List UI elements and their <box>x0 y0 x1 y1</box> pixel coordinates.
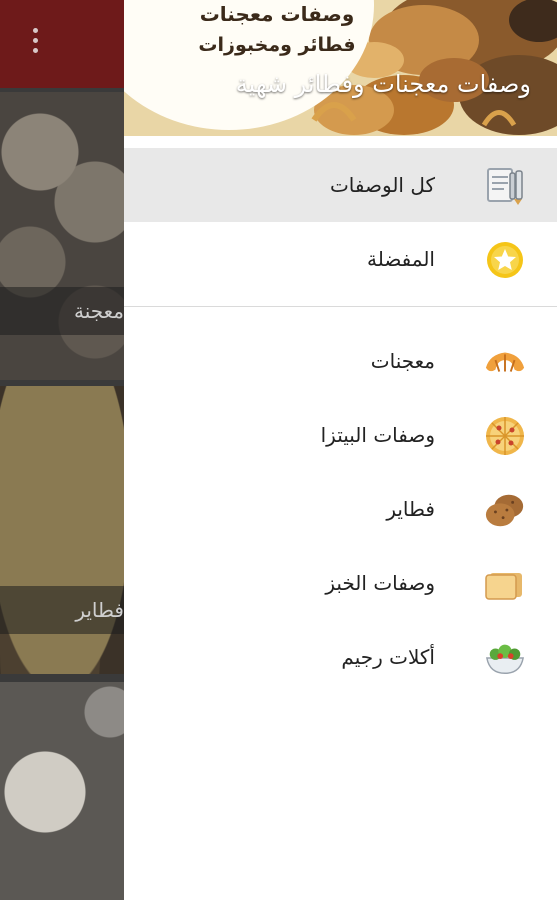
recipe-card-image <box>0 92 124 380</box>
menu-item-pizza[interactable]: وصفات البيتزا <box>124 398 557 472</box>
pastry-icon <box>484 489 526 531</box>
menu-item-diet-meals[interactable]: أكلات رجيم <box>124 620 557 694</box>
menu-item-label: المفضلة <box>366 247 435 271</box>
menu-item-label: وصفات البيتزا <box>320 423 435 447</box>
recipe-book-icon <box>484 165 526 207</box>
header-logo-subtitle: فطائر ومخبوزات <box>198 34 356 56</box>
recipe-card[interactable]: فطاير <box>0 386 124 674</box>
menu-item-label: وصفات الخبز <box>325 571 435 595</box>
app-toolbar <box>0 0 124 88</box>
drawer-header-title: وصفات معجنات وفطائر شهية <box>235 70 531 98</box>
pizza-icon <box>484 415 526 457</box>
drawer-menu: كل الوصفات المفضلة معجنات وصفات البيتزا … <box>124 148 557 694</box>
recipe-card-label: معجنة <box>0 287 124 335</box>
background-app: معجنة فطاير <box>0 0 124 900</box>
recipe-card[interactable] <box>0 682 124 900</box>
header-logo-title: وصفات معجنات <box>199 2 355 26</box>
salad-icon <box>484 637 526 679</box>
menu-item-label: أكلات رجيم <box>341 645 435 669</box>
menu-item-all-recipes[interactable]: كل الوصفات <box>124 148 557 222</box>
overflow-menu-icon[interactable] <box>28 28 42 60</box>
recipe-card-label: فطاير <box>0 586 124 634</box>
menu-item-label: معجنات <box>370 349 435 373</box>
croissant-icon <box>484 341 526 383</box>
menu-item-favorites[interactable]: المفضلة <box>124 222 557 296</box>
menu-item-pastries[interactable]: معجنات <box>124 324 557 398</box>
menu-item-label: كل الوصفات <box>329 173 435 197</box>
drawer-header: وصفات معجنات فطائر ومخبوزات وصفات معجنات… <box>124 0 557 136</box>
bread-loaf-icon <box>484 563 526 605</box>
navigation-drawer: وصفات معجنات فطائر ومخبوزات وصفات معجنات… <box>124 0 557 900</box>
recipe-card-image <box>0 682 124 900</box>
menu-item-label: فطاير <box>386 497 435 521</box>
menu-item-pies[interactable]: فطاير <box>124 472 557 546</box>
star-icon <box>484 239 526 281</box>
recipe-card[interactable]: معجنة <box>0 92 124 380</box>
menu-divider <box>124 306 557 307</box>
menu-item-bread[interactable]: وصفات الخبز <box>124 546 557 620</box>
